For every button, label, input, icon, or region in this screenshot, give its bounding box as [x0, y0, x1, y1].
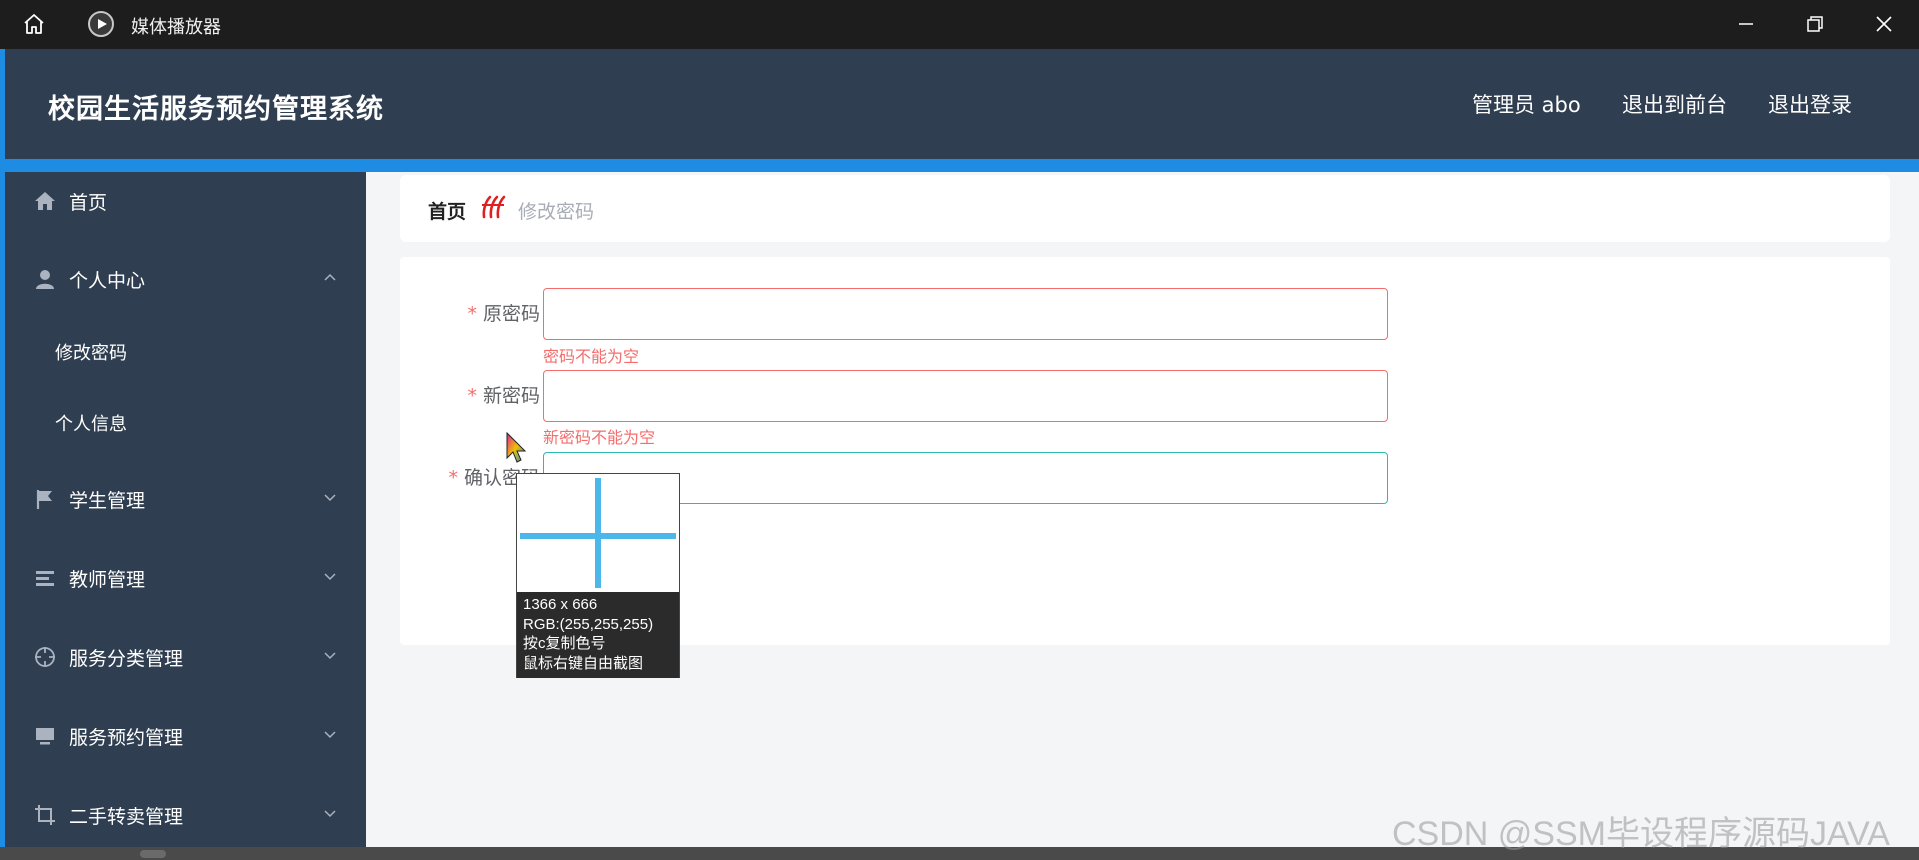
screenshot-magnifier: 1366 x 666 RGB:(255,255,255) 按c复制色号 鼠标右键… [516, 473, 680, 678]
old-password-input[interactable] [543, 288, 1388, 340]
magnifier-hint-screenshot: 鼠标右键自由截图 [523, 654, 644, 672]
flag-icon [36, 490, 52, 509]
old-password-label: * 原密码 [467, 303, 540, 325]
sidebar-item-label: 二手转卖管理 [69, 806, 184, 828]
chevron-up-icon [324, 273, 336, 281]
sidebar-item-label: 修改密码 [55, 343, 127, 364]
chevron-down-icon [324, 731, 336, 739]
sidebar-item-label: 教师管理 [69, 569, 146, 591]
header-accent-bar [5, 159, 1919, 172]
system-title: 校园生活服务预约管理系统 [48, 94, 384, 125]
sidebar-item-personal-center[interactable]: 个人中心 [5, 250, 366, 310]
sidebar-item-label: 个人信息 [55, 414, 127, 435]
crosshair-vertical [595, 478, 601, 588]
home-icon[interactable] [22, 12, 46, 36]
monitor-icon [36, 728, 54, 745]
scrollbar-thumb[interactable] [140, 850, 166, 858]
sidebar-item-label: 服务分类管理 [69, 648, 184, 670]
target-icon [35, 647, 55, 667]
window-titlebar: 媒体播放器 [0, 0, 1919, 49]
sidebar-item-service-category[interactable]: 服务分类管理 [5, 628, 366, 688]
window-title: 媒体播放器 [131, 17, 221, 38]
old-password-error: 密码不能为空 [543, 347, 640, 366]
close-icon[interactable] [1872, 12, 1896, 36]
sidebar-item-change-password[interactable]: 修改密码 [5, 325, 366, 381]
breadcrumb-current: 修改密码 [518, 201, 595, 223]
breadcrumb: 首页 修改密码 [400, 175, 1890, 242]
sidebar-item-label: 首页 [69, 192, 108, 214]
app-header: 校园生活服务预约管理系统 管理员 abo 退出到前台 退出登录 [5, 49, 1919, 159]
breadcrumb-separator-icon [482, 195, 506, 219]
list-icon [36, 571, 54, 586]
chevron-down-icon [324, 573, 336, 581]
new-password-error: 新密码不能为空 [543, 428, 656, 447]
crop-icon [35, 805, 55, 825]
breadcrumb-home[interactable]: 首页 [428, 197, 466, 224]
exit-to-front-link[interactable]: 退出到前台 [1622, 89, 1727, 119]
sidebar-item-secondhand[interactable]: 二手转卖管理 [5, 786, 366, 846]
watermark: CSDN @SSM毕设程序源码JAVA [1392, 815, 1890, 853]
new-password-input[interactable] [543, 370, 1388, 422]
restore-icon[interactable] [1803, 12, 1827, 36]
magnifier-hint-copy: 按c复制色号 [523, 635, 606, 652]
magnifier-view [517, 474, 679, 592]
sidebar-item-teachers[interactable]: 教师管理 [5, 549, 366, 609]
sidebar-item-label: 个人中心 [69, 270, 146, 292]
sidebar-item-personal-info[interactable]: 个人信息 [5, 396, 366, 452]
minimize-icon[interactable] [1734, 12, 1758, 36]
user-icon [36, 270, 54, 289]
sidebar-item-service-booking[interactable]: 服务预约管理 [5, 707, 366, 767]
chevron-down-icon [324, 494, 336, 502]
sidebar-item-label: 服务预约管理 [69, 727, 184, 749]
logout-link[interactable]: 退出登录 [1768, 89, 1852, 119]
home-icon [35, 192, 55, 210]
media-player-icon [88, 11, 114, 37]
sidebar-item-home[interactable]: 首页 [5, 172, 366, 232]
sidebar-item-students[interactable]: 学生管理 [5, 470, 366, 530]
magnifier-info: 1366 x 666 RGB:(255,255,255) 按c复制色号 鼠标右键… [517, 592, 679, 678]
cursor-icon [506, 432, 527, 463]
magnifier-rgb: RGB:(255,255,255) [523, 615, 654, 633]
magnifier-size: 1366 x 666 [523, 596, 598, 613]
chevron-down-icon [324, 810, 336, 818]
sidebar-item-label: 学生管理 [69, 490, 146, 512]
admin-user-label: 管理员 abo [1472, 93, 1581, 117]
new-password-label: * 新密码 [467, 385, 540, 407]
chevron-down-icon [324, 652, 336, 660]
sidebar: 首页 个人中心 修改密码 个人信息 学生管理 教师管理 服务分类管理 服务预约管… [5, 172, 366, 847]
